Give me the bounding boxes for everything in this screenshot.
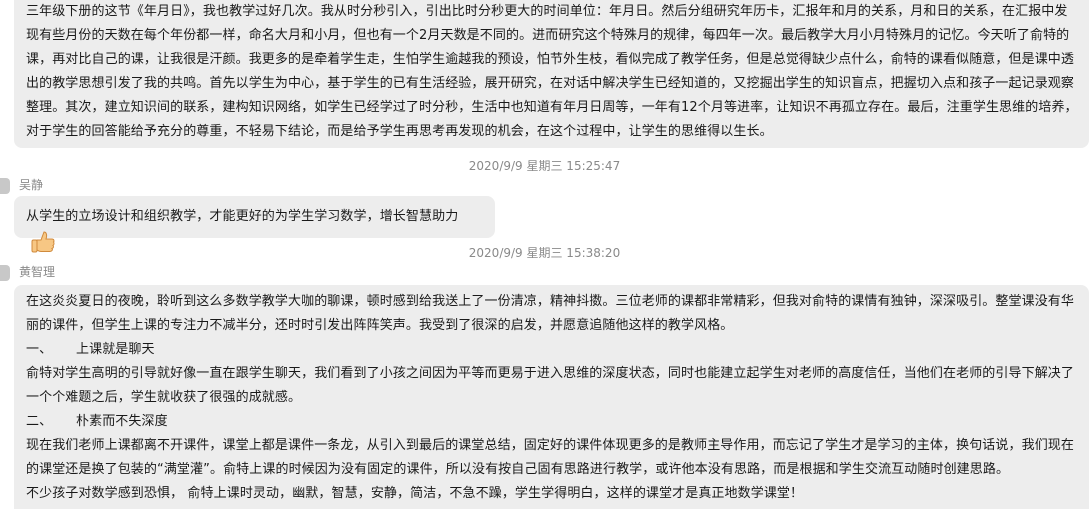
message-bubble[interactable]: 三年级下册的这节《年月日》，我也教学过好几次。我从时分秒引入，引出比时分秒更大的… xyxy=(14,0,1089,148)
avatar[interactable] xyxy=(0,265,10,281)
chat-history: 三年级下册的这节《年月日》，我也教学过好几次。我从时分秒引入，引出比时分秒更大的… xyxy=(0,0,1089,509)
message-paragraph: 不少孩子对数学感到恐惧， 俞特上课时灵动，幽默，智慧，安静，简洁，不急不躁，学生… xyxy=(26,486,804,501)
section-title: 上课就是聊天 xyxy=(76,342,155,357)
message-text: 三年级下册的这节《年月日》，我也教学过好几次。我从时分秒引入，引出比时分秒更大的… xyxy=(26,4,1078,139)
message-bubble[interactable]: 在这炎炎夏日的夜晚，聆听到这么多数学教学大咖的聊课，顿时感到给我送上了一份清凉，… xyxy=(14,285,1089,509)
message-timestamp: 2020/9/9 星期三 15:25:47 xyxy=(468,159,621,173)
section-number: 一、 xyxy=(26,342,53,357)
message-text: 从学生的立场设计和组织教学，才能更好的为学生学习数学，增长智慧助力 xyxy=(26,209,459,224)
section-heading: 二、 朴素而不失深度 xyxy=(26,410,1079,434)
section-number: 二、 xyxy=(26,414,53,429)
section-title: 朴素而不失深度 xyxy=(76,414,168,429)
message-paragraph: 在这炎炎夏日的夜晚，聆听到这么多数学教学大咖的聊课，顿时感到给我送上了一份清凉，… xyxy=(26,294,1075,333)
avatar[interactable] xyxy=(0,178,10,194)
message-timestamp: 2020/9/9 星期三 15:38:20 xyxy=(468,246,621,260)
sender-name: 黄智理 xyxy=(19,265,56,279)
message-bubble[interactable]: 从学生的立场设计和组织教学，才能更好的为学生学习数学，增长智慧助力 xyxy=(14,196,495,253)
message-paragraph: 现在我们老师上课都离不开课件，课堂上都是课件一条龙，从引入到最后的课堂总结，固定… xyxy=(26,438,1075,477)
message-paragraph: 俞特对学生高明的引导就好像一直在跟学生聊天，我们看到了小孩之间因为平等而更易于进… xyxy=(26,366,1075,405)
sender-name: 吴静 xyxy=(19,178,44,192)
section-heading: 一、 上课就是聊天 xyxy=(26,338,1079,362)
